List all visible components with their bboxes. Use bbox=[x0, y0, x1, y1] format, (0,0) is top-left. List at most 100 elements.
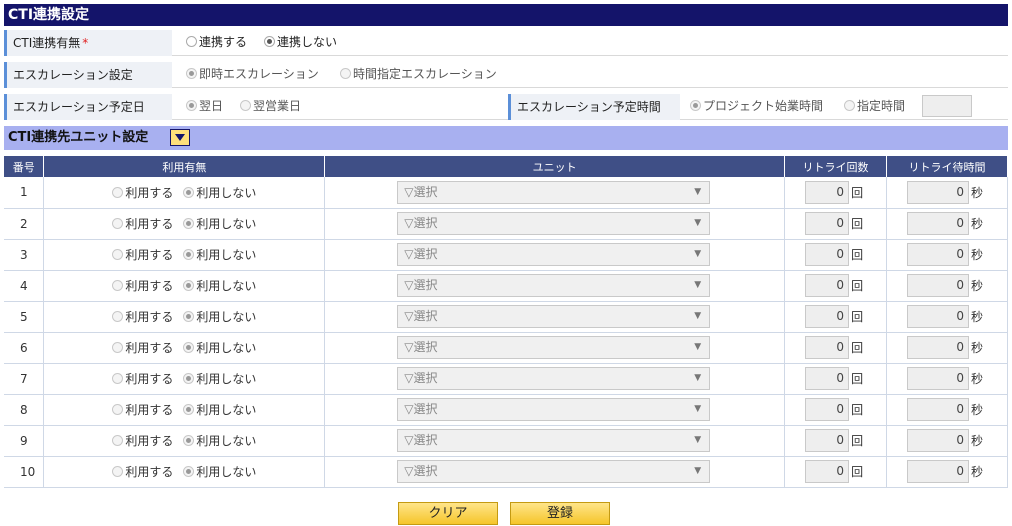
caret-down-icon: ▼ bbox=[694, 342, 702, 352]
specified-time-input[interactable] bbox=[922, 95, 972, 117]
use-label: 利用する bbox=[125, 248, 174, 262]
register-button[interactable]: 登録 bbox=[510, 502, 610, 525]
retry-wait-input[interactable]: 0 bbox=[907, 212, 970, 235]
nouse-radio[interactable]: 利用しない bbox=[183, 372, 256, 386]
escalation-next-day-radio[interactable]: 翌日 bbox=[186, 92, 223, 120]
header-unit: ユニット bbox=[324, 156, 786, 177]
nouse-radio[interactable]: 利用しない bbox=[183, 279, 256, 293]
table-row: 2 利用する 利用しない ▽選択 ▼ 0 回 0 秒 bbox=[4, 208, 1008, 240]
use-radio[interactable]: 利用する bbox=[112, 217, 173, 231]
unit-section-header: CTI連携先ユニット設定 bbox=[4, 126, 1008, 150]
retry-wait-cell: 0秒 bbox=[886, 208, 1008, 240]
retry-wait-input[interactable]: 0 bbox=[907, 398, 970, 421]
unit-select[interactable]: ▽選択 ▼ bbox=[397, 336, 711, 359]
cti-link-off-radio[interactable]: 連携しない bbox=[264, 28, 337, 56]
escalation-next-business-day-radio[interactable]: 翌営業日 bbox=[240, 92, 301, 120]
retry-wait-cell: 0秒 bbox=[886, 394, 1008, 426]
unit-select[interactable]: ▽選択 ▼ bbox=[397, 180, 711, 204]
escalation-immediate-radio[interactable]: 即時エスカレーション bbox=[186, 60, 319, 88]
unit-select-value: ▽選択 bbox=[404, 247, 438, 261]
unit-select[interactable]: ▽選択 ▼ bbox=[397, 429, 711, 452]
retry-wait-input[interactable]: 0 bbox=[907, 274, 970, 297]
retry-count-input[interactable]: 0 bbox=[805, 429, 850, 452]
unit-select[interactable]: ▽選択 ▼ bbox=[397, 398, 711, 421]
retry-count-input[interactable]: 0 bbox=[805, 274, 850, 297]
nouse-radio[interactable]: 利用しない bbox=[183, 186, 256, 200]
escalation-project-start-radio[interactable]: プロジェクト始業時間 bbox=[690, 92, 823, 120]
use-radio[interactable]: 利用する bbox=[112, 372, 173, 386]
use-cell: 利用する 利用しない bbox=[43, 239, 326, 271]
radio-checked-icon bbox=[183, 280, 195, 291]
radio-icon bbox=[112, 373, 124, 384]
caret-down-icon: ▼ bbox=[694, 404, 702, 414]
radio-checked-icon bbox=[183, 249, 195, 260]
cti-link-label: CTI連携有無 * bbox=[4, 30, 172, 56]
unit-cell: ▽選択 ▼ bbox=[324, 425, 786, 457]
unit-select-value: ▽選択 bbox=[404, 216, 438, 230]
wait-unit: 秒 bbox=[971, 372, 984, 386]
nouse-radio[interactable]: 利用しない bbox=[183, 465, 256, 479]
retry-count-input[interactable]: 0 bbox=[805, 305, 850, 328]
table-row: 3 利用する 利用しない ▽選択 ▼ 0 回 0 秒 bbox=[4, 239, 1008, 271]
retry-wait-input[interactable]: 0 bbox=[907, 305, 970, 328]
use-radio[interactable]: 利用する bbox=[112, 279, 173, 293]
retry-count-cell: 0回 bbox=[784, 394, 888, 426]
retry-count-input[interactable]: 0 bbox=[805, 180, 850, 204]
clear-button[interactable]: クリア bbox=[398, 502, 498, 525]
chevron-down-icon[interactable] bbox=[170, 129, 190, 146]
use-radio[interactable]: 利用する bbox=[112, 248, 173, 262]
retry-wait-input[interactable]: 0 bbox=[907, 180, 970, 204]
nouse-radio[interactable]: 利用しない bbox=[183, 248, 256, 262]
retry-wait-input[interactable]: 0 bbox=[907, 243, 970, 266]
retry-wait-input[interactable]: 0 bbox=[907, 367, 970, 390]
nouse-radio[interactable]: 利用しない bbox=[183, 217, 256, 231]
unit-select[interactable]: ▽選択 ▼ bbox=[397, 460, 711, 483]
unit-section-title: CTI連携先ユニット設定 bbox=[8, 130, 149, 145]
retry-count-input[interactable]: 0 bbox=[805, 243, 850, 266]
use-radio[interactable]: 利用する bbox=[112, 434, 173, 448]
wait-unit: 秒 bbox=[971, 279, 984, 293]
retry-count-input[interactable]: 0 bbox=[805, 336, 850, 359]
nouse-label: 利用しない bbox=[196, 372, 257, 386]
escalation-scheduled-radio[interactable]: 時間指定エスカレーション bbox=[340, 60, 497, 88]
row-number: 7 bbox=[4, 363, 45, 395]
unit-select-value: ▽選択 bbox=[404, 371, 438, 385]
nouse-radio[interactable]: 利用しない bbox=[183, 341, 256, 355]
use-radio[interactable]: 利用する bbox=[112, 341, 173, 355]
retry-count-input[interactable]: 0 bbox=[805, 398, 850, 421]
use-radio[interactable]: 利用する bbox=[112, 186, 173, 200]
table-row: 4 利用する 利用しない ▽選択 ▼ 0 回 0 秒 bbox=[4, 270, 1008, 302]
header-number: 番号 bbox=[4, 156, 45, 177]
use-label: 利用する bbox=[125, 341, 174, 355]
escalation-date-row: エスカレーション予定日 翌日 翌営業日 エスカレーション予定時間 プロジェクト始… bbox=[4, 92, 1008, 120]
retry-count-input[interactable]: 0 bbox=[805, 460, 850, 483]
table-row: 8 利用する 利用しない ▽選択 ▼ 0 回 0 秒 bbox=[4, 394, 1008, 426]
cti-link-on-radio[interactable]: 連携する bbox=[186, 28, 247, 56]
retry-count-input[interactable]: 0 bbox=[805, 212, 850, 235]
escalation-specified-time-radio[interactable]: 指定時間 bbox=[844, 92, 905, 120]
nouse-label: 利用しない bbox=[196, 279, 257, 293]
nouse-label: 利用しない bbox=[196, 217, 257, 231]
page-title: CTI連携設定 bbox=[4, 4, 1008, 26]
nouse-radio[interactable]: 利用しない bbox=[183, 310, 256, 324]
escalation-scheduled-label: 時間指定エスカレーション bbox=[353, 67, 497, 81]
unit-select[interactable]: ▽選択 ▼ bbox=[397, 212, 711, 235]
caret-down-icon: ▼ bbox=[694, 280, 702, 290]
use-radio[interactable]: 利用する bbox=[112, 403, 173, 417]
use-radio[interactable]: 利用する bbox=[112, 465, 173, 479]
unit-select[interactable]: ▽選択 ▼ bbox=[397, 305, 711, 328]
retry-wait-cell: 0秒 bbox=[886, 332, 1008, 364]
nouse-radio[interactable]: 利用しない bbox=[183, 434, 256, 448]
nouse-radio[interactable]: 利用しない bbox=[183, 403, 256, 417]
unit-select[interactable]: ▽選択 ▼ bbox=[397, 367, 711, 390]
unit-select[interactable]: ▽選択 ▼ bbox=[397, 274, 711, 297]
retry-count-input[interactable]: 0 bbox=[805, 367, 850, 390]
retry-wait-input[interactable]: 0 bbox=[907, 336, 970, 359]
use-radio[interactable]: 利用する bbox=[112, 310, 173, 324]
retry-wait-input[interactable]: 0 bbox=[907, 429, 970, 452]
radio-icon bbox=[186, 36, 197, 47]
unit-select[interactable]: ▽選択 ▼ bbox=[397, 243, 711, 266]
radio-checked-icon bbox=[183, 466, 195, 477]
retry-wait-input[interactable]: 0 bbox=[907, 460, 970, 483]
wait-unit: 秒 bbox=[971, 434, 984, 448]
